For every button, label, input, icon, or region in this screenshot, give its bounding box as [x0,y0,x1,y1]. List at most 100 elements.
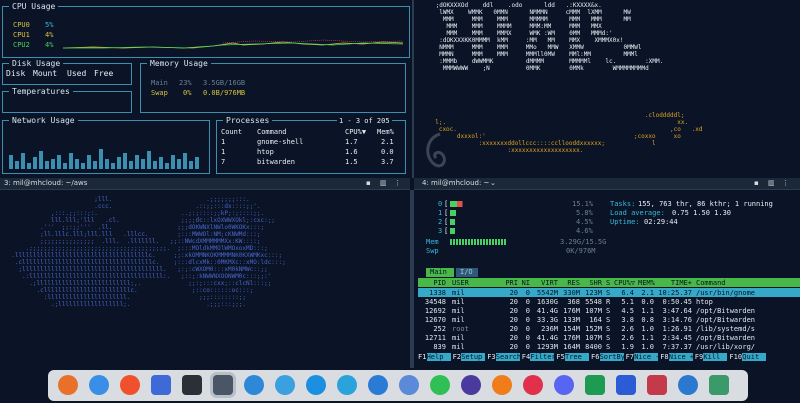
vscode-blue-icon[interactable] [368,375,388,395]
fkey-label[interactable]: Quit [742,353,767,361]
process-table-row[interactable]: 12692 mil 20 0 41.4G 176M 107M S 4.5 1.1 3:47.64/o… [418,306,800,315]
fkey-label[interactable]: Kill [703,353,728,361]
chat-icon[interactable] [399,375,419,395]
cpu-meter-0-value: 15.1% [572,200,594,208]
cell-virt: 236M [541,325,558,333]
cell-mem: 1.0 [641,343,654,351]
cell-shr: 107M [585,334,602,342]
fkey-f8[interactable]: F8 [660,353,668,361]
cell-s: S [606,325,611,333]
cell-user: mil [452,307,465,315]
network-usage-title: Network Usage [9,115,78,126]
menu-icon[interactable]: ⋮ [782,178,789,189]
column-header[interactable]: NI [520,279,530,287]
pin-icon[interactable]: ▪ [366,178,371,189]
phone-icon[interactable] [151,375,171,395]
fkey-f3[interactable]: F3 [487,353,495,361]
brave-icon[interactable] [120,375,140,395]
process-table-row[interactable]: 12670 mil 20 0 33.3G 133M 164 S 3.8 0.8 3:14.76/op… [418,315,800,324]
flame-icon[interactable] [492,375,512,395]
store-icon[interactable] [647,375,667,395]
column-header[interactable]: TIME+ [658,279,692,287]
fkey-f1[interactable]: F1 [418,353,426,361]
whatsapp-icon[interactable] [430,375,450,395]
cell-cmd: /opt/Bitwarden [696,307,756,315]
column-header[interactable]: USER [452,279,482,287]
telegram-icon[interactable] [337,375,357,395]
menu-icon[interactable]: ⋮ [394,178,401,189]
cell-time: 2:34.45 [662,334,692,342]
cell-ni: 0 [525,325,530,333]
cell-mem: 2.1 [641,289,654,297]
column-header[interactable]: CPU%▽ [614,279,635,287]
ascii-logo-bottom: .clodddddl; l;. xx. cxoc. ,co .xd dxxxol… [435,112,703,154]
proc-header-count: Count [221,128,243,136]
fkey-f6[interactable]: F6 [591,353,599,361]
process-table-row[interactable]: 839 mil 20 0 1293M 164M 8400 S 1.9 1.0 7:37.37/usr… [418,342,800,351]
cpu-meter-bracket: [ [444,209,449,217]
column-header[interactable]: PID [420,279,446,287]
fkey-f5[interactable]: F5 [556,353,564,361]
terminal-tab-right[interactable]: 4: mil@mhcloud: ~ ⌄ ▪ ▥ ⋮ [414,178,800,190]
memory-usage-panel: Memory Usage Main 23% 3.5GB/16GB Swap 0%… [140,58,406,113]
pin-icon[interactable]: ▪ [754,178,759,189]
column-header[interactable]: S [606,279,612,287]
chrome-icon[interactable] [89,375,109,395]
cpu-meter-2-id: 2 [438,218,443,226]
column-header[interactable]: PRI [504,279,518,287]
terminal-icon[interactable] [182,375,202,395]
slack-icon[interactable] [523,375,543,395]
fkey-label[interactable]: Nice - [634,353,659,361]
process-table-row[interactable]: 12711 mil 20 0 41.4G 176M 107M S 2.6 1.1 2:34.45/o… [418,333,800,342]
fkey-f9[interactable]: F9 [695,353,703,361]
split-icon[interactable]: ▥ [380,178,387,189]
process-table-row[interactable]: 1338 mil 20 0 5542M 330M 123M S 6.4 2.1 10:25.37/u… [418,288,800,297]
fkey-f10[interactable]: F10 [729,353,742,361]
column-header[interactable]: SHR [582,279,602,287]
cell-s: S [606,316,611,324]
dock [48,370,748,401]
proc-header-cpu[interactable]: CPU%▼ [345,128,366,136]
column-header[interactable]: VIRT [532,279,558,287]
fkey-f4[interactable]: F4 [522,353,530,361]
firefox-icon[interactable] [58,375,78,395]
column-header[interactable]: Command [696,279,796,287]
cell-time: 7:37.37 [662,343,692,351]
vscode-icon[interactable] [244,375,264,395]
docker-icon[interactable] [306,375,326,395]
tab-io[interactable]: I/O [456,268,478,277]
mail-icon[interactable] [678,375,698,395]
fkey-label[interactable]: Setup [461,353,486,361]
cell-time: 3:14.76 [662,316,692,324]
fkey-f2[interactable]: F2 [453,353,461,361]
fkey-label[interactable]: Tree [565,353,589,361]
bitwarden-icon[interactable] [616,375,636,395]
split-icon[interactable]: ▥ [768,178,775,189]
trash-icon[interactable] [709,375,729,395]
discord-icon[interactable] [554,375,574,395]
terminal-tab-left[interactable]: 3: mil@mhcloud: ~/aws ▪ ▥ ⋮ [0,178,410,190]
cell-time: 10:25.37 [658,289,692,297]
moon-icon[interactable] [461,375,481,395]
sheets-icon[interactable] [585,375,605,395]
column-header[interactable]: MEM% [638,279,655,287]
fkey-label[interactable]: Search [495,353,521,361]
temperatures-title: Temperatures [9,86,73,97]
fkey-label[interactable]: Help [426,353,451,361]
proc-header-mem: Mem% [377,128,394,136]
fkey-f7[interactable]: F7 [626,353,634,361]
cell-time: 0:50.45 [662,298,692,306]
tiling-icon[interactable] [213,375,233,395]
column-header[interactable]: RES [560,279,580,287]
cpu-meter-0-id: 0 [438,200,443,208]
processes-panel: Processes 1 - 3 of 205 Count Command CPU… [216,115,406,174]
process-table-row[interactable]: 252 root 20 0 236M 154M 152M S 2.6 1.0 1:26.91/lib… [418,324,800,333]
fkey-label[interactable]: SortBy [599,353,625,361]
tab-main[interactable]: Main [426,268,454,277]
fkey-label[interactable]: Nice + [668,353,694,361]
weather-icon[interactable] [275,375,295,395]
process-table-row[interactable]: 34548 mil 20 0 1630G 368 5548 R 5.1 0.0 0:50.45 hto… [418,297,800,306]
chevron-down-icon[interactable]: ⌄ [490,178,496,189]
cpu-meter-2-value: 4.5% [576,218,593,226]
fkey-label[interactable]: Filter [530,353,556,361]
